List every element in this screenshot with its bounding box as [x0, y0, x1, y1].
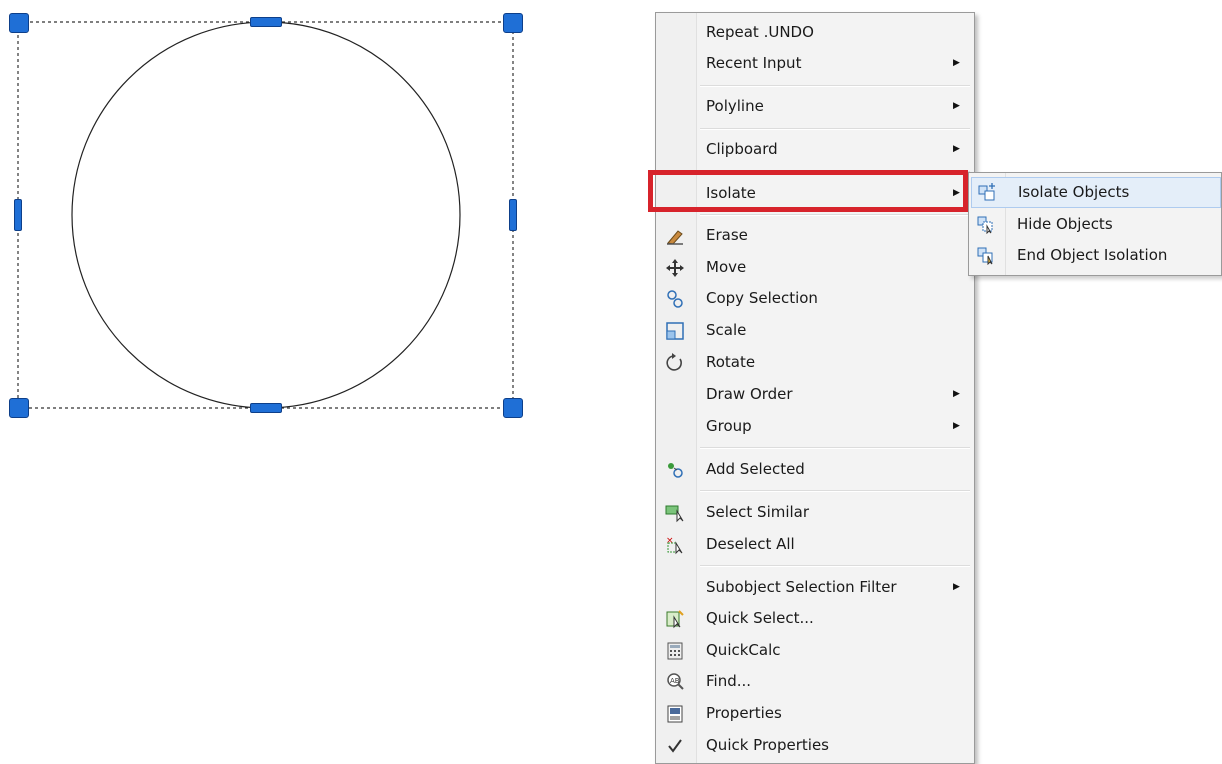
menu-item-label: Select Similar — [706, 503, 810, 521]
submenu-arrow-icon: ▶ — [953, 144, 960, 154]
submenu-arrow-icon: ▶ — [953, 58, 960, 68]
submenu-arrow-icon: ▶ — [953, 101, 960, 111]
menu-item-label: Properties — [706, 704, 782, 722]
deselect-all-icon: × — [664, 534, 686, 556]
rotate-icon — [664, 352, 686, 374]
submenu-item-isolate-objects[interactable]: Isolate Objects — [971, 177, 1221, 208]
menu-item-group[interactable]: Group ▶ — [656, 411, 974, 442]
menu-item-rotate[interactable]: Rotate — [656, 347, 974, 378]
isolate-submenu: Isolate Objects Hide Objects End Object … — [968, 172, 1222, 276]
submenu-arrow-icon: ▶ — [953, 582, 960, 592]
menu-item-erase[interactable]: Erase — [656, 220, 974, 251]
menu-item-move[interactable]: Move — [656, 252, 974, 283]
menu-item-subobject-selection-filter[interactable]: Subobject Selection Filter ▶ — [656, 572, 974, 603]
menu-separator — [700, 85, 970, 87]
submenu-arrow-icon: ▶ — [953, 389, 960, 399]
grip-left-mid[interactable] — [14, 199, 22, 231]
menu-item-label: Recent Input — [706, 54, 802, 72]
menu-item-copy-selection[interactable]: Copy Selection — [656, 283, 974, 314]
submenu-item-hide-objects[interactable]: Hide Objects — [969, 209, 1221, 240]
menu-item-label: Repeat .UNDO — [706, 23, 814, 41]
menu-item-repeat-undo[interactable]: Repeat .UNDO — [656, 17, 974, 48]
end-isolation-icon — [975, 244, 997, 266]
isolate-highlight-box — [648, 170, 968, 212]
svg-text:AB: AB — [670, 677, 680, 685]
menu-item-label: Subobject Selection Filter — [706, 578, 897, 596]
menu-separator — [700, 447, 970, 449]
scale-icon — [664, 320, 686, 342]
menu-item-label: Clipboard — [706, 140, 778, 158]
menu-item-label: Polyline — [706, 97, 764, 115]
grip-right-mid[interactable] — [509, 199, 517, 231]
menu-item-label: Scale — [706, 321, 747, 339]
menu-item-label: QuickCalc — [706, 641, 781, 659]
menu-item-polyline[interactable]: Polyline ▶ — [656, 91, 974, 122]
menu-separator — [700, 214, 970, 216]
menu-item-label: Group — [706, 417, 752, 435]
menu-separator — [700, 490, 970, 492]
drawing-canvas[interactable] — [0, 0, 560, 440]
menu-item-select-similar[interactable]: Select Similar — [656, 497, 974, 528]
selected-circle-drawing — [17, 21, 514, 409]
menu-item-label: Add Selected — [706, 460, 805, 478]
copy-selection-icon — [664, 288, 686, 310]
menu-item-clipboard[interactable]: Clipboard ▶ — [656, 134, 974, 165]
menu-separator — [700, 565, 970, 567]
menu-item-quick-properties[interactable]: Quick Properties — [656, 730, 974, 761]
menu-separator — [700, 128, 970, 130]
menu-item-label: Deselect All — [706, 535, 795, 553]
menu-item-label: Quick Properties — [706, 736, 829, 754]
menu-item-quick-select[interactable]: Quick Select... — [656, 603, 974, 634]
grip-top-right[interactable] — [503, 13, 523, 33]
menu-item-scale[interactable]: Scale — [656, 315, 974, 346]
calculator-icon — [664, 640, 686, 662]
menu-item-deselect-all[interactable]: × Deselect All — [656, 529, 974, 560]
grip-bottom-mid[interactable] — [250, 403, 282, 413]
circle-object[interactable] — [71, 21, 461, 409]
menu-item-draw-order[interactable]: Draw Order ▶ — [656, 379, 974, 410]
menu-item-label: Erase — [706, 226, 748, 244]
isolate-objects-icon — [976, 181, 998, 203]
submenu-item-label: Isolate Objects — [1018, 183, 1130, 201]
grip-bottom-left[interactable] — [9, 398, 29, 418]
menu-item-find[interactable]: AB Find... — [656, 666, 974, 697]
properties-icon — [664, 703, 686, 725]
submenu-item-label: End Object Isolation — [1017, 246, 1168, 264]
grip-top-left[interactable] — [9, 13, 29, 33]
context-menu: Repeat .UNDO Recent Input ▶ Polyline ▶ C… — [655, 12, 975, 764]
menu-item-label: Copy Selection — [706, 289, 818, 307]
find-icon: AB — [664, 671, 686, 693]
quick-select-icon — [664, 608, 686, 630]
menu-item-properties[interactable]: Properties — [656, 698, 974, 729]
menu-item-label: Quick Select... — [706, 609, 814, 627]
menu-item-label: Draw Order — [706, 385, 793, 403]
submenu-item-end-object-isolation[interactable]: End Object Isolation — [969, 240, 1221, 271]
submenu-item-label: Hide Objects — [1017, 215, 1113, 233]
checkmark-icon — [664, 735, 686, 757]
hide-objects-icon — [975, 213, 997, 235]
menu-item-label: Move — [706, 258, 747, 276]
add-selected-icon — [664, 459, 686, 481]
grip-top-mid[interactable] — [250, 17, 282, 27]
selection-bounding-box — [17, 21, 514, 409]
menu-item-label: Rotate — [706, 353, 756, 371]
menu-item-add-selected[interactable]: Add Selected — [656, 454, 974, 485]
submenu-arrow-icon: ▶ — [953, 421, 960, 431]
menu-item-recent-input[interactable]: Recent Input ▶ — [656, 48, 974, 79]
erase-icon — [664, 225, 686, 247]
menu-item-label: Find... — [706, 672, 752, 690]
menu-item-quickcalc[interactable]: QuickCalc — [656, 635, 974, 666]
select-similar-icon — [664, 502, 686, 524]
svg-text:×: × — [666, 536, 674, 546]
move-icon — [664, 257, 686, 279]
grip-bottom-right[interactable] — [503, 398, 523, 418]
